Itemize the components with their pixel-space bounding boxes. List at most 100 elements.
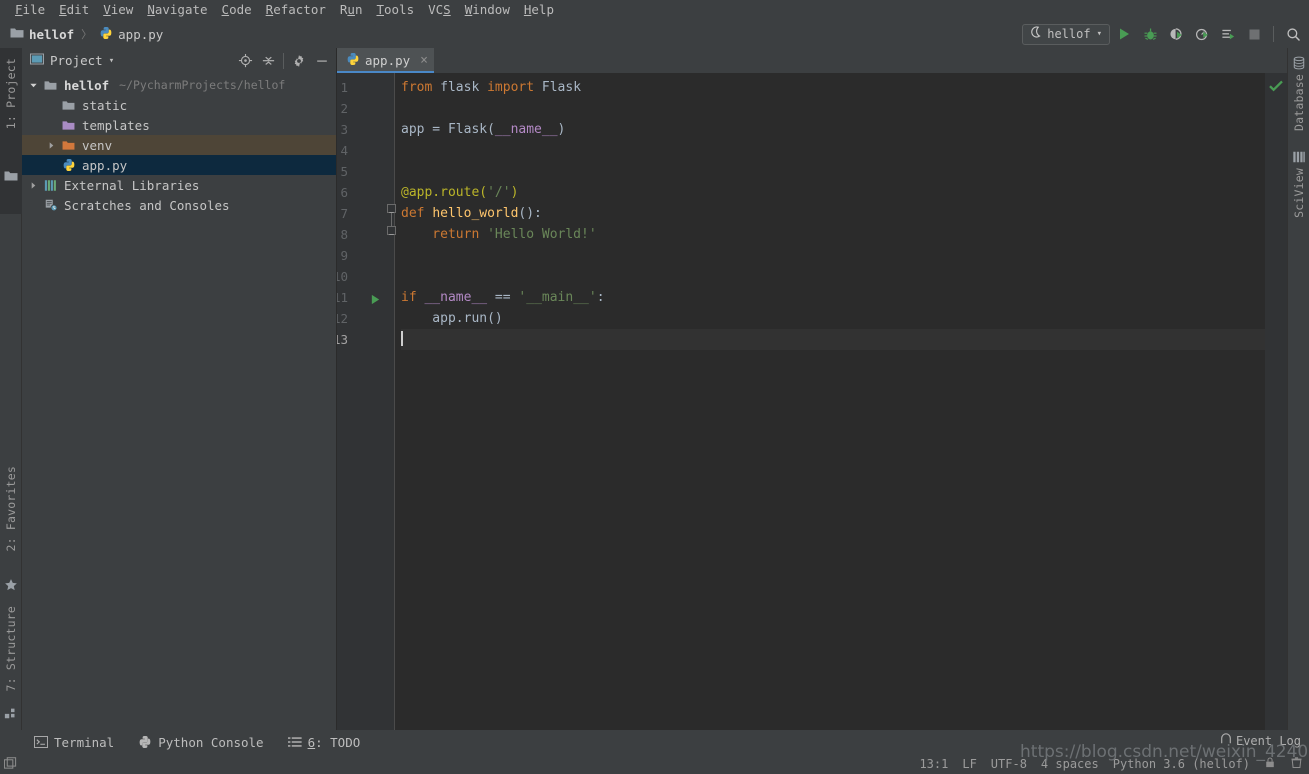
tree-node-venv[interactable]: venv (22, 135, 336, 155)
breadcrumb-file[interactable]: app.py (118, 27, 163, 42)
menu-item-edit[interactable]: Edit (52, 0, 96, 20)
collapse-all-icon[interactable] (258, 51, 278, 71)
menu-item-file[interactable]: File (8, 0, 52, 20)
code-content[interactable]: from flask import Flask app = Flask(__na… (395, 73, 1265, 730)
bottom-tab-6-todo[interactable]: 6: TODO (276, 730, 373, 754)
line-number: 11 (337, 290, 348, 305)
chevron-right-icon[interactable] (28, 180, 39, 191)
tree-node-app-py[interactable]: app.py (22, 155, 336, 175)
rail-item-structure[interactable]: 7: Structure (4, 606, 18, 691)
flask-config-icon (1029, 26, 1041, 42)
run-tests-button[interactable] (1216, 22, 1240, 46)
editor-gutter[interactable]: 12345678910111213 (337, 73, 396, 730)
menu-item-vcs[interactable]: VCS (421, 0, 458, 20)
menu-item-code[interactable]: Code (215, 0, 259, 20)
code-line[interactable] (401, 266, 1265, 287)
project-rail-icon (4, 170, 18, 184)
run-coverage-button[interactable] (1164, 22, 1188, 46)
code-token: : (596, 290, 605, 305)
debug-button[interactable] (1138, 22, 1162, 46)
tree-node-external-libraries[interactable]: External Libraries (22, 175, 336, 195)
code-line[interactable] (401, 98, 1265, 119)
code-token: __name__ (494, 122, 558, 137)
code-token: ) (510, 185, 519, 200)
stop-button[interactable] (1242, 22, 1266, 46)
code-line[interactable] (401, 161, 1265, 182)
profile-button[interactable] (1190, 22, 1214, 46)
trash-icon[interactable] (1290, 756, 1303, 772)
line-separator[interactable]: LF (962, 757, 976, 771)
locate-icon[interactable] (235, 51, 255, 71)
code-editor[interactable]: 12345678910111213 from flask import Flas… (337, 73, 1287, 730)
project-panel-header: Project ▾ (22, 48, 336, 73)
breadcrumb: hellof 〉 app.py (0, 26, 163, 43)
bottom-tab-terminal[interactable]: Terminal (22, 730, 126, 754)
resize-corner-icon (3, 757, 17, 769)
menu-item-help[interactable]: Help (517, 0, 561, 20)
menu-item-view[interactable]: View (96, 0, 140, 20)
line-number: 6 (340, 185, 348, 200)
code-token: hello_world (432, 206, 519, 221)
file-encoding[interactable]: UTF-8 (991, 757, 1027, 771)
project-panel-title: Project (50, 53, 103, 68)
folder-gray-icon (62, 100, 77, 111)
bottom-tab-label: Terminal (54, 734, 115, 750)
indent-setting[interactable]: 4 spaces (1041, 757, 1099, 771)
rail-item-project[interactable]: 1: Project (4, 58, 18, 129)
code-line[interactable] (401, 329, 1265, 350)
tree-node-hellof[interactable]: hellof ~/PycharmProjects/hellof (22, 75, 336, 95)
tree-node-static[interactable]: static (22, 95, 336, 115)
python-interpreter[interactable]: Python 3.6 (hellof) (1113, 757, 1250, 771)
folder-gray-icon (44, 80, 59, 91)
event-log-button[interactable]: Event Log (1220, 733, 1301, 748)
run-configuration-selector[interactable]: hellof ▾ (1022, 23, 1110, 45)
gutter-run-icon[interactable] (370, 294, 381, 308)
close-icon[interactable]: × (420, 53, 428, 68)
python-file-icon (346, 52, 360, 69)
chevron-down-icon[interactable]: ▾ (109, 56, 114, 66)
editor-tab-label: app.py (365, 53, 411, 68)
status-bar-right: 13:1 LF UTF-8 4 spaces Python 3.6 (hello… (919, 754, 1303, 774)
chevron-right-icon[interactable] (46, 140, 57, 151)
tree-node-scratches-and-consoles[interactable]: Scratches and Consoles (22, 195, 336, 215)
tree-node-label: hellof (64, 77, 110, 93)
code-line[interactable]: from flask import Flask (401, 77, 1265, 98)
menu-item-run[interactable]: Run (333, 0, 370, 20)
project-tool-window: Project ▾ hellof ~/PycharmProjects/hello… (22, 48, 336, 730)
rail-item-sciview[interactable]: SciView (1292, 168, 1306, 218)
event-log-icon (1220, 733, 1232, 748)
editor-tab-app-py[interactable]: app.py × (337, 48, 434, 73)
inspection-ok-icon[interactable] (1268, 78, 1284, 97)
code-line[interactable] (401, 245, 1265, 266)
code-line[interactable]: if __name__ == '__main__': (401, 287, 1265, 308)
line-number: 1 (340, 80, 348, 95)
right-tool-rail: Database SciView (1287, 48, 1309, 730)
code-line[interactable] (401, 140, 1265, 161)
menu-item-navigate[interactable]: Navigate (140, 0, 214, 20)
libraries-icon (44, 179, 59, 192)
search-everywhere-button[interactable] (1281, 22, 1305, 46)
menu-item-tools[interactable]: Tools (369, 0, 421, 20)
bottom-tab-python-console[interactable]: Python Console (126, 730, 275, 754)
code-line[interactable]: app = Flask(__name__) (401, 119, 1265, 140)
code-token: return (401, 227, 488, 242)
code-line[interactable]: return 'Hello World!' (401, 224, 1265, 245)
menu-item-refactor[interactable]: Refactor (259, 0, 333, 20)
minimize-icon[interactable] (312, 51, 332, 71)
rail-item-database[interactable]: Database (1292, 74, 1306, 131)
code-token: @app.route( (401, 185, 488, 200)
gear-icon[interactable] (289, 51, 309, 71)
chevron-down-icon[interactable] (28, 80, 39, 91)
tree-node-templates[interactable]: templates (22, 115, 336, 135)
menu-item-window[interactable]: Window (458, 0, 517, 20)
toolbar-divider (1273, 26, 1274, 42)
run-button[interactable] (1112, 22, 1136, 46)
lock-icon[interactable] (1264, 756, 1276, 772)
rail-item-favorites[interactable]: 2: Favorites (4, 466, 18, 551)
code-line[interactable]: @app.route('/') (401, 182, 1265, 203)
code-line[interactable]: app.run() (401, 308, 1265, 329)
caret-position[interactable]: 13:1 (919, 757, 948, 771)
breadcrumb-project[interactable]: hellof (29, 27, 74, 42)
code-line[interactable]: def hello_world(): (401, 203, 1265, 224)
editor-right-gutter (1265, 73, 1287, 730)
